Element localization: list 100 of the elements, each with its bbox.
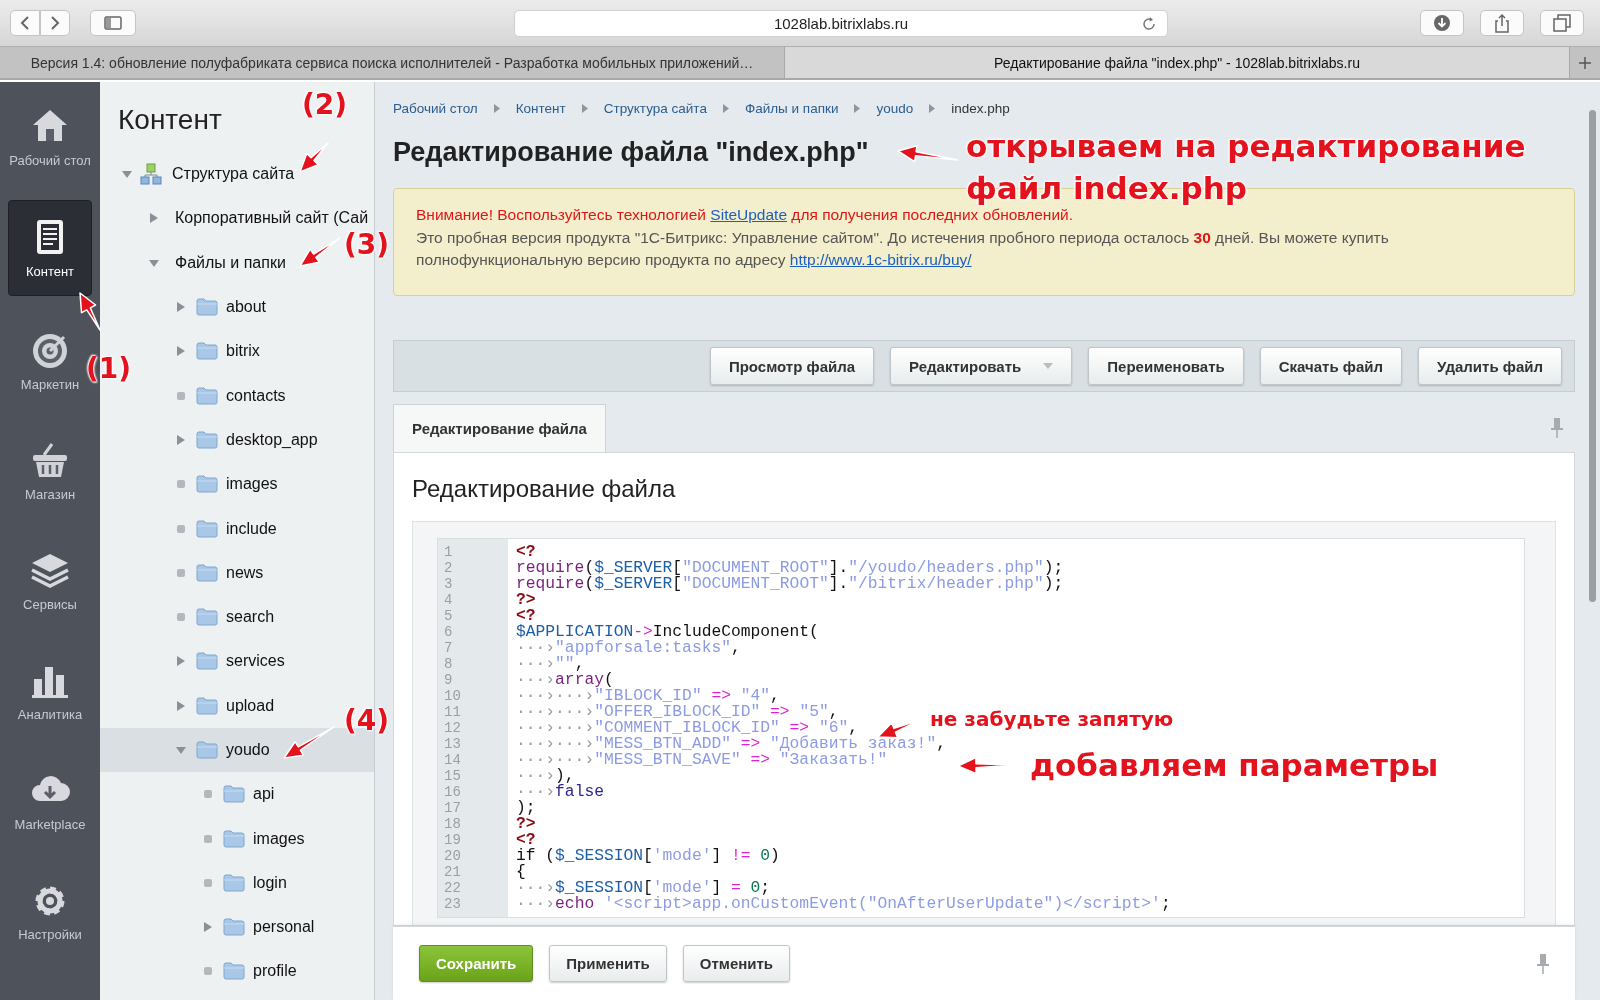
folder-icon xyxy=(196,652,218,671)
siteupdate-link[interactable]: SiteUpdate xyxy=(710,206,788,223)
tree-item[interactable]: desktop_app xyxy=(100,417,318,463)
scrollbar-thumb[interactable] xyxy=(1589,110,1596,602)
downloads-button[interactable] xyxy=(1420,10,1464,36)
code-line: ); xyxy=(516,800,536,816)
tree-item[interactable]: services xyxy=(100,639,285,684)
nav-item[interactable]: Рабочий стол xyxy=(8,86,92,188)
plus-icon xyxy=(1578,55,1592,70)
code-line: ?> xyxy=(516,816,536,832)
expand-triangle-icon[interactable] xyxy=(203,922,213,933)
collapse-triangle-icon[interactable] xyxy=(149,257,159,268)
line-number: 3 xyxy=(443,576,454,592)
sidebar-toggle-button[interactable] xyxy=(90,10,136,36)
collapse-triangle-icon[interactable] xyxy=(176,745,186,755)
code-line: ···›"", xyxy=(516,656,585,672)
layers-icon xyxy=(30,551,70,589)
nav-label: Рабочий стол xyxy=(9,153,91,169)
basket-icon xyxy=(30,441,70,479)
line-number: 4 xyxy=(443,592,454,608)
breadcrumb-separator-icon xyxy=(493,103,500,113)
buy-link[interactable]: http://www.1c-bitrix.ru/buy/ xyxy=(789,251,972,268)
line-number: 22 xyxy=(443,880,462,896)
expand-triangle-icon[interactable] xyxy=(176,700,186,711)
nav-label: Контент xyxy=(25,264,75,280)
folder-icon xyxy=(196,741,218,759)
share-button[interactable] xyxy=(1480,10,1524,36)
tree-item[interactable]: Структура сайта xyxy=(100,152,295,197)
line-number: 20 xyxy=(443,848,462,864)
annotation-arrow xyxy=(897,145,959,163)
pin-icon[interactable] xyxy=(1537,953,1549,974)
tree-item[interactable]: personal xyxy=(100,905,315,950)
tree-item[interactable]: login xyxy=(100,860,287,906)
line-number: 15 xyxy=(443,768,462,784)
nav-item[interactable]: Marketplace xyxy=(8,750,92,852)
annotation-text: открываем на редактирование файл index.php xyxy=(966,127,1526,208)
reload-icon[interactable] xyxy=(1141,15,1157,32)
nav-label: Настройки xyxy=(18,927,82,943)
folder-icon xyxy=(223,785,245,804)
breadcrumb-separator-icon xyxy=(722,103,729,113)
tabs-button[interactable] xyxy=(1540,10,1584,36)
folder-icon xyxy=(196,475,218,494)
breadcrumb-link[interactable]: Файлы и папки xyxy=(744,100,839,116)
breadcrumb-link[interactable]: Рабочий стол xyxy=(393,100,478,116)
code-line: <? xyxy=(516,608,536,624)
section-title: Редактирование файла xyxy=(412,474,677,504)
folder-icon xyxy=(223,829,245,848)
forward-button[interactable] xyxy=(40,10,70,36)
breadcrumb-link[interactable]: youdo xyxy=(876,100,914,116)
pin-icon[interactable] xyxy=(1551,418,1563,438)
toolbar-button[interactable]: Просмотр файла xyxy=(709,347,875,385)
tree-item[interactable]: upload xyxy=(100,683,275,728)
tree-item[interactable]: about xyxy=(100,284,267,330)
tree-item[interactable]: search xyxy=(100,594,275,640)
address-bar[interactable]: 1028lab.bitrixlabs.ru xyxy=(514,9,1168,37)
tree-item[interactable]: Файлы и папки xyxy=(100,240,286,285)
form-button[interactable]: Отменить xyxy=(682,945,791,982)
expand-triangle-icon[interactable] xyxy=(176,302,186,313)
code-line: ···›···›"OFFER_IBLOCK_ID" => "5", xyxy=(516,704,839,720)
tree-item[interactable]: images xyxy=(100,816,305,861)
code-line: ?> xyxy=(516,592,536,608)
tree-item[interactable]: profile xyxy=(100,949,297,994)
code-line: ···›···›"COMMENT_IBLOCK_ID" => "6", xyxy=(516,720,858,736)
nav-item[interactable]: Сервисы xyxy=(8,530,92,632)
code-editor[interactable] xyxy=(437,538,1525,918)
trial-text: Это пробная версия продукта "1С-Битрикс: Управление сайтом". До истечения пробного периода осталось 30 дней. Вы можете купить полнофункциональную версию продукта по адресу http://www.1c-bitrix.ru/buy/ xyxy=(416,227,1390,270)
tree-item[interactable]: include xyxy=(100,506,277,551)
nav-item[interactable]: Настройки xyxy=(8,860,92,962)
breadcrumb-separator-icon xyxy=(929,103,936,113)
toolbar-button[interactable]: Переименовать xyxy=(1088,347,1244,385)
nav-label: Магазин xyxy=(24,487,76,503)
code-line: ···›"appforsale:tasks", xyxy=(516,640,741,656)
expand-triangle-icon[interactable] xyxy=(176,346,186,357)
breadcrumb-link[interactable]: Контент xyxy=(515,100,566,116)
expand-triangle-icon[interactable] xyxy=(176,656,186,667)
code-line: ···›$_SESSION['mode'] = 0; xyxy=(516,880,771,896)
toolbar-button[interactable]: Скачать файл xyxy=(1259,347,1403,385)
nav-label: Маркетин xyxy=(20,377,80,393)
tree-item[interactable]: api xyxy=(100,772,275,817)
line-number: 19 xyxy=(443,832,462,848)
back-button[interactable] xyxy=(10,10,40,36)
form-button[interactable]: Применить xyxy=(549,945,667,982)
annotation-text: добавляем параметры xyxy=(1030,746,1439,785)
tree-item[interactable]: news xyxy=(100,550,264,595)
annotation-arrow xyxy=(299,237,341,267)
tab[interactable]: Редактирование файла xyxy=(393,404,606,452)
folder-icon xyxy=(196,298,218,317)
toolbar-button[interactable]: Редактировать xyxy=(890,347,1073,385)
code-line: <? xyxy=(516,832,536,848)
line-number: 16 xyxy=(443,784,462,800)
nav-item[interactable]: Магазин xyxy=(8,420,92,522)
breadcrumb-link[interactable]: Структура сайта xyxy=(603,100,707,116)
nav-item[interactable]: Контент xyxy=(8,200,92,296)
collapse-triangle-icon[interactable] xyxy=(122,169,132,180)
toolbar-button[interactable]: Удалить файл xyxy=(1418,347,1562,385)
tree-item[interactable]: images xyxy=(100,462,278,507)
expand-triangle-icon[interactable] xyxy=(149,213,159,224)
expand-triangle-icon[interactable] xyxy=(176,434,186,445)
nav-item[interactable]: Аналитика xyxy=(8,640,92,742)
browser-tab[interactable]: Редактирование файла "index.php" - 1028lab.bitrixlabs.ru xyxy=(785,47,1570,78)
